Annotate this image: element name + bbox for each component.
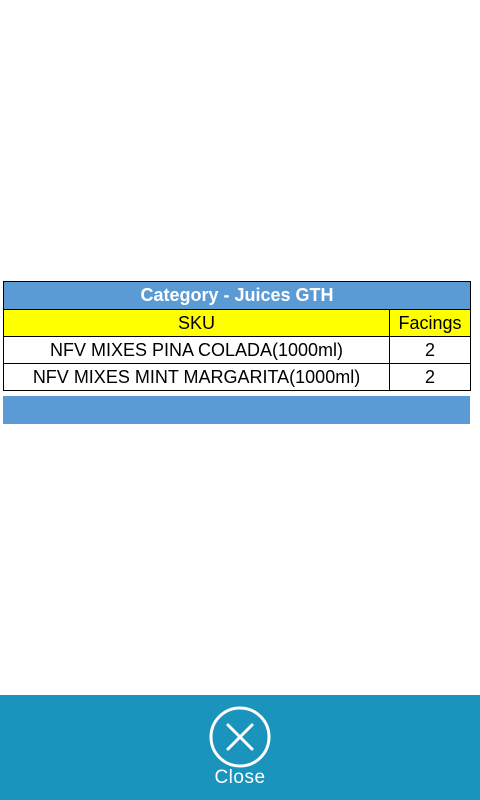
category-table: Category - Juices GTH SKU Facings NFV MI… xyxy=(3,281,471,391)
column-header-sku: SKU xyxy=(3,309,390,337)
table-title-row: Category - Juices GTH xyxy=(3,281,471,310)
close-circle-icon xyxy=(209,706,271,768)
table-footer-band xyxy=(3,396,470,424)
table-row: NFV MIXES PINA COLADA(1000ml) 2 xyxy=(3,336,471,364)
sku-cell: NFV MIXES MINT MARGARITA(1000ml) xyxy=(3,363,390,391)
facings-cell: 2 xyxy=(389,363,471,391)
column-header-facings: Facings xyxy=(389,309,471,337)
table-row: NFV MIXES MINT MARGARITA(1000ml) 2 xyxy=(3,363,471,391)
table-header-row: SKU Facings xyxy=(3,309,471,337)
sku-cell: NFV MIXES PINA COLADA(1000ml) xyxy=(3,336,390,364)
table-title: Category - Juices GTH xyxy=(3,281,471,310)
bottom-bar: Close xyxy=(0,695,480,800)
page: Category - Juices GTH SKU Facings NFV MI… xyxy=(0,0,480,800)
facings-cell: 2 xyxy=(389,336,471,364)
close-button[interactable]: Close xyxy=(190,703,290,793)
close-label: Close xyxy=(214,767,266,788)
